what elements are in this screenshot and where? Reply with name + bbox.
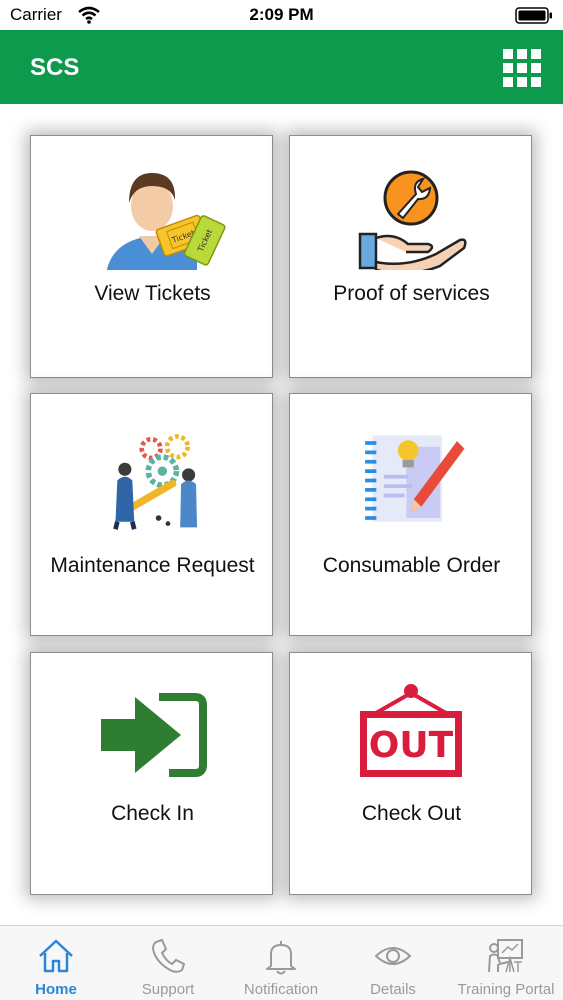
bottom-tab-bar: Home Support Notification Details Traini… — [0, 925, 563, 1000]
tab-label: Home — [35, 981, 77, 998]
bell-icon — [266, 941, 296, 975]
battery-icon — [515, 7, 552, 24]
ticket-user-icon: Ticket Ticket — [106, 173, 226, 270]
tab-notification[interactable]: Notification — [225, 926, 337, 1000]
tile-label: Check Out — [361, 802, 462, 825]
maintenance-gears-icon — [113, 434, 198, 530]
status-bar: Carrier 2:09 PM — [0, 0, 563, 30]
grid-menu-icon[interactable] — [503, 49, 541, 87]
tile-label: Maintenance Request — [50, 554, 255, 577]
tab-label: Details — [370, 981, 416, 998]
notebook-pencil-icon — [365, 435, 465, 522]
out-sign-icon: OUT — [360, 684, 462, 777]
app-title: SCS — [30, 54, 80, 81]
tile-view-tickets[interactable]: Ticket Ticket View Tickets — [30, 135, 273, 378]
service-hand-wrench-icon — [358, 170, 467, 270]
eye-icon — [374, 947, 412, 965]
home-icon — [39, 939, 73, 973]
tab-label: Training Portal — [457, 981, 555, 998]
tab-training-portal[interactable]: Training Portal — [450, 926, 562, 1000]
svg-text:OUT: OUT — [369, 725, 454, 766]
training-board-icon — [488, 939, 523, 973]
tile-label: Proof of services — [333, 282, 490, 305]
tile-proof-of-services[interactable]: Proof of services — [289, 135, 532, 378]
tab-details[interactable]: Details — [337, 926, 449, 1000]
phone-icon — [151, 938, 186, 973]
tile-check-out[interactable]: OUT Check Out — [289, 652, 532, 895]
status-time: 2:09 PM — [249, 5, 314, 24]
app-header: SCS — [0, 30, 563, 104]
tile-check-in[interactable]: Check In — [30, 652, 273, 895]
tab-home[interactable]: Home — [0, 926, 112, 1000]
tile-consumable-order[interactable]: Consumable Order — [289, 393, 532, 636]
tile-label: Check In — [111, 802, 194, 825]
check-in-arrow-icon — [101, 693, 207, 777]
tile-label: Consumable Order — [322, 554, 501, 577]
tab-support[interactable]: Support — [112, 926, 224, 1000]
tab-label: Notification — [243, 981, 319, 998]
tab-label: Support — [141, 981, 195, 998]
tile-label: View Tickets — [94, 282, 211, 305]
tile-maintenance-request[interactable]: Maintenance Request — [30, 393, 273, 636]
